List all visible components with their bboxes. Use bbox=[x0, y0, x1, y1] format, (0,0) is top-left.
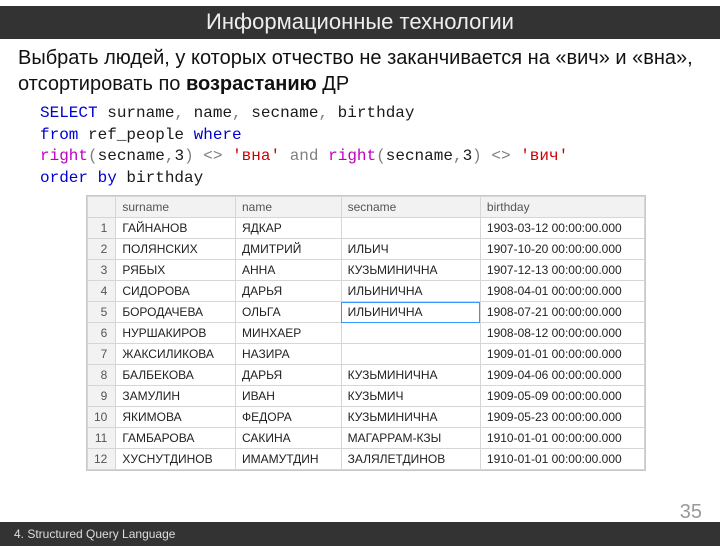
cell[interactable]: КУЗЬМИНИЧНА bbox=[341, 260, 480, 281]
table-row: 9ЗАМУЛИНИВАНКУЗЬМИЧ1909-05-09 00:00:00.0… bbox=[88, 386, 645, 407]
cell[interactable] bbox=[341, 218, 480, 239]
row-number[interactable]: 1 bbox=[88, 218, 116, 239]
table-row: 10ЯКИМОВАФЕДОРАКУЗЬМИНИЧНА1909-05-23 00:… bbox=[88, 407, 645, 428]
page-title: Информационные технологии bbox=[0, 6, 720, 39]
cell[interactable]: 1907-12-13 00:00:00.000 bbox=[480, 260, 644, 281]
cell[interactable]: ХУСНУТДИНОВ bbox=[116, 449, 236, 470]
row-number[interactable]: 3 bbox=[88, 260, 116, 281]
cell[interactable]: ЖАКСИЛИКОВА bbox=[116, 344, 236, 365]
cell[interactable]: 1909-05-23 00:00:00.000 bbox=[480, 407, 644, 428]
cell[interactable]: 1908-04-01 00:00:00.000 bbox=[480, 281, 644, 302]
cell[interactable]: НУРШАКИРОВ bbox=[116, 323, 236, 344]
cell[interactable]: ГАМБАРОВА bbox=[116, 428, 236, 449]
cell[interactable]: ИЛЬИНИЧНА bbox=[341, 281, 480, 302]
cell[interactable]: ДАРЬЯ bbox=[235, 281, 341, 302]
table-row: 8БАЛБЕКОВАДАРЬЯКУЗЬМИНИЧНА1909-04-06 00:… bbox=[88, 365, 645, 386]
row-number[interactable]: 5 bbox=[88, 302, 116, 323]
cell[interactable]: КУЗЬМИНИЧНА bbox=[341, 407, 480, 428]
cell[interactable]: 1909-04-06 00:00:00.000 bbox=[480, 365, 644, 386]
footer-bar: 4. Structured Query Language bbox=[0, 522, 720, 546]
cell[interactable]: ФЕДОРА bbox=[235, 407, 341, 428]
cell[interactable]: ГАЙНАНОВ bbox=[116, 218, 236, 239]
cell[interactable]: КУЗЬМИЧ bbox=[341, 386, 480, 407]
cell[interactable]: 1910-01-01 00:00:00.000 bbox=[480, 428, 644, 449]
sql-code: SELECT surname, name, secname, birthday … bbox=[0, 97, 720, 191]
table-row: 1ГАЙНАНОВЯДКАР 1903-03-12 00:00:00.000 bbox=[88, 218, 645, 239]
row-number[interactable]: 9 bbox=[88, 386, 116, 407]
header-name: name bbox=[235, 197, 341, 218]
cell[interactable]: КУЗЬМИНИЧНА bbox=[341, 365, 480, 386]
row-number[interactable]: 11 bbox=[88, 428, 116, 449]
row-number[interactable]: 2 bbox=[88, 239, 116, 260]
row-number[interactable]: 10 bbox=[88, 407, 116, 428]
cell[interactable]: 1910-01-01 00:00:00.000 bbox=[480, 449, 644, 470]
table-row: 12ХУСНУТДИНОВИМАМУТДИНЗАЛЯЛЕТДИНОВ1910-0… bbox=[88, 449, 645, 470]
table-row: 7ЖАКСИЛИКОВАНАЗИРА 1909-01-01 00:00:00.00… bbox=[88, 344, 645, 365]
cell[interactable]: АННА bbox=[235, 260, 341, 281]
cell[interactable]: ЯДКАР bbox=[235, 218, 341, 239]
table-row: 2ПОЛЯНСКИХДМИТРИЙИЛЬИЧ1907-10-20 00:00:0… bbox=[88, 239, 645, 260]
cell[interactable]: СИДОРОВА bbox=[116, 281, 236, 302]
cell[interactable]: ЗАМУЛИН bbox=[116, 386, 236, 407]
row-number[interactable]: 12 bbox=[88, 449, 116, 470]
cell[interactable]: БАЛБЕКОВА bbox=[116, 365, 236, 386]
task-bold: возрастанию bbox=[186, 73, 317, 95]
header-secname: secname bbox=[341, 197, 480, 218]
results-table: surname name secname birthday 1ГАЙНАНОВЯ… bbox=[86, 195, 646, 471]
header-rownum bbox=[88, 197, 116, 218]
header-surname: surname bbox=[116, 197, 236, 218]
cell[interactable]: ДМИТРИЙ bbox=[235, 239, 341, 260]
cell[interactable]: ОЛЬГА bbox=[235, 302, 341, 323]
cell[interactable]: 1908-07-21 00:00:00.000 bbox=[480, 302, 644, 323]
cell[interactable]: ЯКИМОВА bbox=[116, 407, 236, 428]
slide-number: 35 bbox=[680, 501, 702, 524]
cell[interactable]: ПОЛЯНСКИХ bbox=[116, 239, 236, 260]
table-row: 5БОРОДАЧЕВАОЛЬГАИЛЬИНИЧНА1908-07-21 00:0… bbox=[88, 302, 645, 323]
task-text: Выбрать людей, у которых отчество не зак… bbox=[0, 39, 720, 97]
cell[interactable]: ИВАН bbox=[235, 386, 341, 407]
row-number[interactable]: 4 bbox=[88, 281, 116, 302]
row-number[interactable]: 7 bbox=[88, 344, 116, 365]
cell[interactable]: ИЛЬИНИЧНА bbox=[341, 302, 480, 323]
table-row: 6НУРШАКИРОВМИНХАЕР 1908-08-12 00:00:00.00… bbox=[88, 323, 645, 344]
row-number[interactable]: 8 bbox=[88, 365, 116, 386]
cell[interactable]: ИЛЬИЧ bbox=[341, 239, 480, 260]
cell[interactable]: ИМАМУТДИН bbox=[235, 449, 341, 470]
cell[interactable]: 1909-05-09 00:00:00.000 bbox=[480, 386, 644, 407]
footer-text: 4. Structured Query Language bbox=[14, 527, 175, 541]
cell[interactable]: 1908-08-12 00:00:00.000 bbox=[480, 323, 644, 344]
table-header-row: surname name secname birthday bbox=[88, 197, 645, 218]
cell[interactable]: 1909-01-01 00:00:00.000 bbox=[480, 344, 644, 365]
cell[interactable] bbox=[341, 344, 480, 365]
cell[interactable]: МИНХАЕР bbox=[235, 323, 341, 344]
table-row: 4СИДОРОВАДАРЬЯИЛЬИНИЧНА1908-04-01 00:00:… bbox=[88, 281, 645, 302]
table-row: 11ГАМБАРОВАСАКИНАМАГАРРАМ-КЗЫ1910-01-01 … bbox=[88, 428, 645, 449]
cell[interactable] bbox=[341, 323, 480, 344]
cell[interactable]: 1903-03-12 00:00:00.000 bbox=[480, 218, 644, 239]
row-number[interactable]: 6 bbox=[88, 323, 116, 344]
cell[interactable]: ЗАЛЯЛЕТДИНОВ bbox=[341, 449, 480, 470]
cell[interactable]: 1907-10-20 00:00:00.000 bbox=[480, 239, 644, 260]
cell[interactable]: БОРОДАЧЕВА bbox=[116, 302, 236, 323]
cell[interactable]: ДАРЬЯ bbox=[235, 365, 341, 386]
task-pre: Выбрать людей, у которых отчество не зак… bbox=[18, 47, 693, 95]
table-row: 3РЯБЫХАННАКУЗЬМИНИЧНА1907-12-13 00:00:00… bbox=[88, 260, 645, 281]
cell[interactable]: МАГАРРАМ-КЗЫ bbox=[341, 428, 480, 449]
task-post: ДР bbox=[317, 73, 349, 95]
header-birthday: birthday bbox=[480, 197, 644, 218]
cell[interactable]: РЯБЫХ bbox=[116, 260, 236, 281]
cell[interactable]: САКИНА bbox=[235, 428, 341, 449]
cell[interactable]: НАЗИРА bbox=[235, 344, 341, 365]
